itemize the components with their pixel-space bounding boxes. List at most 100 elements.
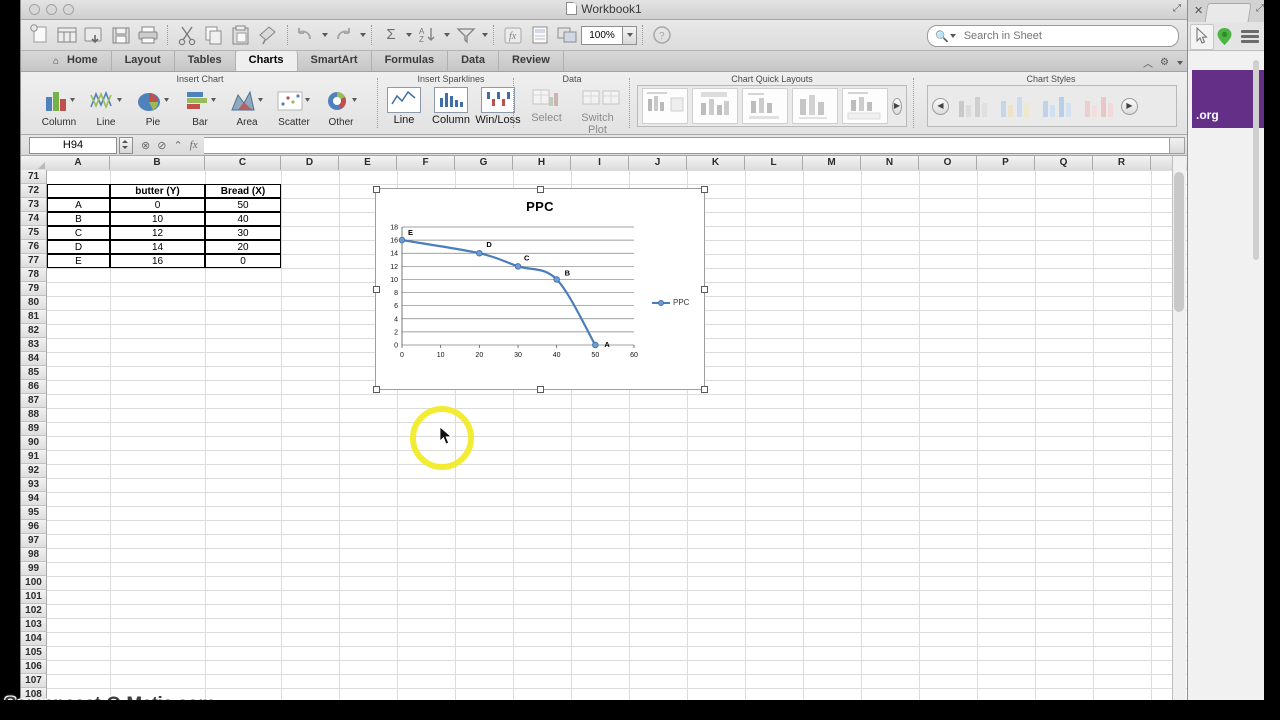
row-header-97[interactable]: 97 [21, 534, 47, 548]
row-header-74[interactable]: 74 [21, 212, 47, 226]
row-header-99[interactable]: 99 [21, 562, 47, 576]
zoom-level-input[interactable]: 100% [581, 25, 623, 45]
row-header-87[interactable]: 87 [21, 394, 47, 408]
chart-style-2[interactable] [997, 91, 1031, 121]
column-header-k[interactable]: K [687, 156, 745, 170]
column-header-n[interactable]: N [861, 156, 919, 170]
cell-B73[interactable]: 0 [110, 198, 205, 212]
tab-review[interactable]: Review [499, 51, 564, 71]
formula-bar-expand-button[interactable] [1169, 137, 1185, 154]
sparkline-column-button[interactable]: Column [428, 85, 474, 126]
chart-handle-s[interactable] [537, 386, 544, 393]
open-icon[interactable] [54, 23, 80, 47]
column-header-b[interactable]: B [110, 156, 205, 170]
column-header-m[interactable]: M [803, 156, 861, 170]
cell-C77[interactable]: 0 [205, 254, 281, 268]
titlebar-expand-icon[interactable]: ⤢ [1173, 3, 1181, 14]
cell-C74[interactable]: 40 [205, 212, 281, 226]
zoom-stepper[interactable] [623, 25, 637, 45]
cell-A73[interactable]: A [47, 198, 110, 212]
sort-icon[interactable]: AZ [416, 23, 442, 47]
chart-quick-layouts-gallery[interactable]: ▶ [637, 85, 907, 127]
cell-A76[interactable]: D [47, 240, 110, 254]
gear-icon[interactable]: ⚙ [1160, 57, 1169, 68]
column-header-l[interactable]: L [745, 156, 803, 170]
cell-A74[interactable]: B [47, 212, 110, 226]
new-icon[interactable] [27, 23, 53, 47]
quick-layout-5[interactable] [842, 88, 888, 124]
cell-A72[interactable] [47, 184, 110, 198]
row-header-92[interactable]: 92 [21, 464, 47, 478]
vertical-scrollbar[interactable] [1172, 156, 1186, 701]
row-header-77[interactable]: 77 [21, 254, 47, 268]
row-header-71[interactable]: 71 [21, 170, 47, 184]
chart-handle-nw[interactable] [373, 186, 380, 193]
chart-handle-w[interactable] [373, 286, 380, 293]
cancel-icon[interactable]: ⊗ [141, 139, 150, 152]
cell-B76[interactable]: 14 [110, 240, 205, 254]
save-icon[interactable] [108, 23, 134, 47]
background-scrollbar[interactable] [1253, 60, 1259, 260]
chart-style-4[interactable] [1081, 91, 1115, 121]
row-header-102[interactable]: 102 [21, 604, 47, 618]
chevron-down-icon[interactable] [482, 33, 488, 37]
insert-area-chart-button[interactable]: Area [224, 85, 270, 128]
row-header-98[interactable]: 98 [21, 548, 47, 562]
data-point-C[interactable] [514, 263, 522, 270]
column-header-j[interactable]: J [629, 156, 687, 170]
cell-C73[interactable]: 50 [205, 198, 281, 212]
quick-layouts-next-button[interactable]: ▶ [892, 97, 902, 115]
insert-other-chart-button[interactable]: Other [318, 85, 364, 128]
quick-layout-3[interactable] [742, 88, 788, 124]
close-icon[interactable]: ✕ [1194, 4, 1203, 17]
chart-legend[interactable]: PPC [652, 298, 689, 307]
insert-line-chart-button[interactable]: Line [83, 85, 129, 128]
select-data-button[interactable]: Select [522, 85, 572, 136]
tab-charts[interactable]: Charts [235, 51, 298, 71]
row-header-95[interactable]: 95 [21, 506, 47, 520]
formula-history-icon[interactable]: ⌃ [173, 139, 182, 152]
tab-layout[interactable]: Layout [112, 51, 175, 71]
cell-B77[interactable]: 16 [110, 254, 205, 268]
insert-scatter-chart-button[interactable]: Scatter [271, 85, 317, 128]
column-header-d[interactable]: D [281, 156, 339, 170]
chart-handle-n[interactable] [537, 186, 544, 193]
switch-plot-button[interactable]: Switch Plot [573, 85, 623, 136]
format-painter-icon[interactable] [255, 23, 281, 47]
autosum-icon[interactable]: Σ [378, 23, 404, 47]
chart-handle-e[interactable] [701, 286, 708, 293]
chart-object[interactable]: PPC 0 2 4 6 8 10 12 14 16 18 0 10 20 30 40 50 60 E D C B A PP… [373, 186, 708, 393]
row-header-75[interactable]: 75 [21, 226, 47, 240]
chevron-down-icon[interactable] [406, 33, 412, 37]
tab-formulas[interactable]: Formulas [372, 51, 449, 71]
search-input[interactable] [961, 29, 1156, 43]
row-header-76[interactable]: 76 [21, 240, 47, 254]
column-header-c[interactable]: C [205, 156, 281, 170]
collapse-ribbon-icon[interactable]: ︿ [1143, 55, 1153, 70]
row-header-104[interactable]: 104 [21, 632, 47, 646]
tab-smartart[interactable]: SmartArt [298, 51, 372, 71]
name-box-stepper[interactable] [119, 136, 133, 154]
sparkline-line-button[interactable]: Line [381, 85, 427, 126]
row-header-73[interactable]: 73 [21, 198, 47, 212]
cell-B74[interactable]: 10 [110, 212, 205, 226]
row-header-82[interactable]: 82 [21, 324, 47, 338]
name-box[interactable]: H94 [29, 136, 117, 154]
chevron-down-icon[interactable] [1177, 60, 1183, 65]
column-header-h[interactable]: H [513, 156, 571, 170]
row-header-80[interactable]: 80 [21, 296, 47, 310]
chart-styles-prev-button[interactable]: ◀ [932, 97, 949, 115]
column-header-p[interactable]: P [977, 156, 1035, 170]
chevron-down-icon[interactable] [444, 33, 450, 37]
tab-tables[interactable]: Tables [175, 51, 236, 71]
chevron-down-icon[interactable] [360, 33, 366, 37]
cell-B72[interactable]: butter (Y) [110, 184, 205, 198]
row-header-78[interactable]: 78 [21, 268, 47, 282]
data-point-E[interactable] [398, 236, 406, 244]
column-header-o[interactable]: O [919, 156, 977, 170]
column-header-i[interactable]: I [571, 156, 629, 170]
row-header-94[interactable]: 94 [21, 492, 47, 506]
row-header-79[interactable]: 79 [21, 282, 47, 296]
search-box[interactable]: 🔍 [927, 25, 1179, 47]
cell-C75[interactable]: 30 [205, 226, 281, 240]
